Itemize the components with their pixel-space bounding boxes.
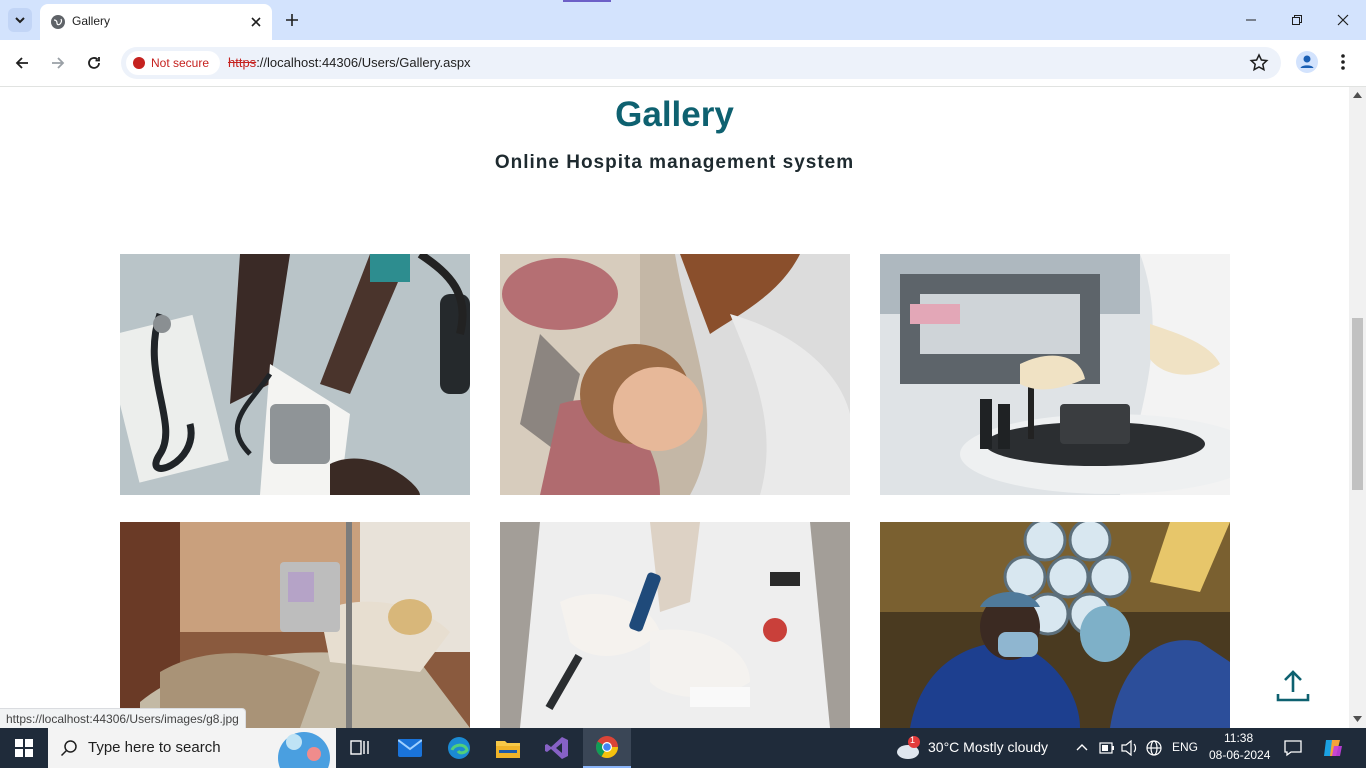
dentist-patient-photo — [500, 254, 850, 495]
page-subtitle: Online Hospita management system — [494, 152, 855, 173]
arrow-right-icon — [52, 57, 65, 69]
volume-icon[interactable] — [1121, 740, 1139, 756]
search-highlight-icon — [278, 732, 330, 768]
url-path: ://localhost:44306/Users/Gallery.aspx — [256, 55, 471, 70]
browser-tab-strip: Gallery — [0, 0, 1366, 40]
gallery-photo-5[interactable] — [500, 522, 850, 728]
close-window-button[interactable] — [1320, 0, 1366, 40]
reload-icon — [88, 57, 100, 69]
doctor-blood-pressure-photo — [120, 254, 470, 495]
windows-taskbar: Type here to search 1 30°C Mostly cloudy… — [0, 728, 1366, 768]
page-title: Gallery — [615, 95, 734, 134]
gallery-photo-1[interactable] — [120, 254, 470, 495]
search-placeholder: Type here to search — [88, 739, 221, 756]
chrome-icon — [596, 736, 618, 758]
restore-icon — [1292, 15, 1302, 25]
gallery-photo-2[interactable] — [500, 254, 850, 495]
gallery-photo-6[interactable] — [880, 522, 1230, 728]
bookmark-star-icon[interactable] — [1249, 53, 1269, 73]
clock-time[interactable]: 11:38 — [1224, 731, 1253, 745]
gallery-photo-4[interactable] — [120, 522, 470, 728]
new-tab-button[interactable] — [282, 10, 302, 30]
folder-icon — [496, 741, 520, 758]
taskbar-search-box[interactable]: Type here to search — [48, 728, 336, 768]
browser-toolbar: Not secure https://localhost:44306/Users… — [0, 40, 1366, 87]
close-icon — [251, 17, 261, 27]
person-icon — [1300, 55, 1314, 68]
close-icon — [1337, 14, 1349, 26]
address-bar[interactable]: Not secure https://localhost:44306/Users… — [121, 47, 1281, 79]
chevron-up-icon[interactable] — [1076, 743, 1088, 751]
file-explorer-button[interactable] — [484, 728, 532, 768]
scroll-down-icon[interactable] — [1353, 716, 1362, 722]
page-viewport: Gallery Online Hospita management system — [0, 87, 1349, 728]
tab-search-button[interactable] — [8, 8, 32, 32]
task-view-button[interactable] — [336, 728, 384, 768]
security-label: Not secure — [151, 56, 210, 70]
restore-button[interactable] — [1274, 0, 1320, 40]
edge-browser-button[interactable] — [435, 728, 483, 768]
copilot-icon[interactable] — [1322, 738, 1344, 758]
mail-app-button[interactable] — [386, 728, 434, 768]
surgery-team-photo — [880, 522, 1230, 728]
arrow-left-icon — [15, 57, 28, 69]
weather-text[interactable]: 30°C Mostly cloudy — [928, 739, 1048, 755]
cloud-icon — [897, 736, 920, 759]
scroll-up-icon[interactable] — [1353, 92, 1362, 98]
plus-icon — [286, 14, 298, 26]
clock-date[interactable]: 08-06-2024 — [1209, 748, 1270, 762]
search-icon — [60, 740, 77, 757]
scrollbar-thumb[interactable] — [1352, 318, 1363, 490]
browser-menu-button[interactable] — [1333, 51, 1353, 73]
chevron-down-icon — [15, 17, 25, 24]
security-chip[interactable]: Not secure — [126, 51, 220, 75]
tab-title: Gallery — [72, 14, 111, 28]
minimize-button[interactable] — [1228, 0, 1274, 40]
url-text[interactable]: https://localhost:44306/Users/Gallery.as… — [228, 55, 471, 70]
notification-badge: 1 — [910, 735, 916, 745]
battery-icon[interactable] — [1099, 742, 1115, 754]
weather-widget-icon[interactable]: 1 — [896, 735, 922, 760]
language-indicator[interactable]: ENG — [1172, 740, 1198, 754]
edge-icon — [448, 737, 470, 759]
gallery-photo-3[interactable] — [880, 254, 1230, 495]
tab-close-button[interactable] — [246, 12, 266, 32]
visual-studio-button[interactable] — [533, 728, 581, 768]
notification-center-icon[interactable] — [1284, 739, 1302, 757]
windows-logo-icon — [15, 739, 33, 757]
visual-studio-icon — [545, 737, 568, 759]
chrome-browser-button[interactable] — [583, 728, 631, 768]
more-vertical-icon — [1341, 54, 1345, 70]
back-button[interactable] — [10, 51, 34, 75]
task-view-icon — [350, 740, 369, 755]
minimize-icon — [1246, 19, 1256, 21]
network-globe-icon[interactable] — [1146, 740, 1162, 756]
tab-group-indicator — [563, 0, 611, 2]
profile-avatar[interactable] — [1296, 51, 1318, 73]
scroll-to-top-icon[interactable] — [1274, 668, 1312, 706]
page-scrollbar[interactable] — [1349, 87, 1366, 728]
tab-gallery[interactable]: Gallery — [40, 4, 272, 40]
warning-icon — [133, 57, 145, 69]
lab-centrifuge-photo — [880, 254, 1230, 495]
globe-icon — [51, 15, 65, 29]
forward-button[interactable] — [46, 51, 70, 75]
reload-button[interactable] — [82, 51, 106, 75]
hospital-bed-iv-photo — [120, 522, 470, 728]
link-status-bar: https://localhost:44306/Users/images/g8.… — [0, 708, 246, 730]
lab-pipette-photo — [500, 522, 850, 728]
url-scheme: https — [228, 55, 257, 70]
mail-icon — [398, 739, 422, 757]
start-button[interactable] — [0, 728, 48, 768]
